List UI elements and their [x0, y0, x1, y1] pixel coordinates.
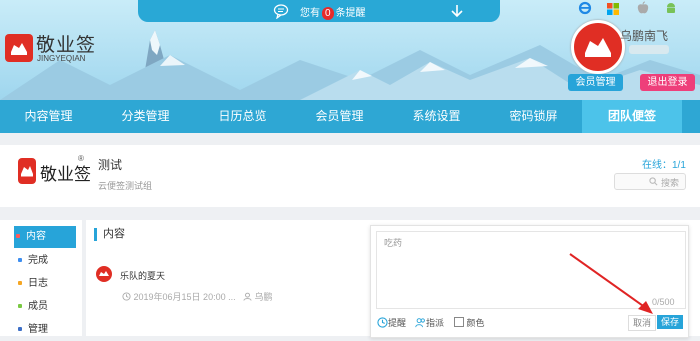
sidebar-item-completed[interactable]: 完成: [16, 250, 78, 272]
registered-mark: ®: [78, 154, 84, 163]
apple-icon[interactable]: [636, 1, 650, 15]
group-description: 云便签测试组: [98, 181, 153, 191]
dot-icon: [16, 233, 20, 238]
group-logo: [18, 158, 36, 184]
nav-calendar-overview[interactable]: 日历总览: [194, 100, 291, 133]
save-button[interactable]: 保存: [657, 315, 683, 329]
search-icon: [649, 177, 658, 186]
nav-system-settings[interactable]: 系统设置: [388, 100, 485, 133]
cloud-logo-icon: [585, 38, 611, 57]
member-management-button[interactable]: 会员管理: [568, 74, 623, 91]
nav-password-lock[interactable]: 密码锁屏: [485, 100, 582, 133]
note-text: 吃药: [384, 238, 403, 248]
online-count[interactable]: 在线：1/1: [642, 156, 686, 171]
android-icon[interactable]: [664, 1, 678, 15]
post-title[interactable]: 乐队的夏天: [120, 269, 165, 282]
cloud-logo-icon: [99, 271, 109, 276]
search-input[interactable]: 搜索: [614, 173, 686, 190]
group-info-panel: [0, 145, 700, 207]
nav-team-notes[interactable]: 团队便签: [582, 100, 682, 133]
dot-icon: [18, 280, 22, 285]
notification-text: 您有 0 条提醒: [300, 7, 366, 20]
username: 乌鹏南飞: [620, 29, 669, 43]
chat-bubble-icon[interactable]: [273, 3, 289, 19]
user-icon: [243, 292, 252, 301]
sidebar-item-manage[interactable]: 管理: [16, 319, 78, 341]
sidebar-item-content[interactable]: 内容: [14, 226, 76, 248]
cloud-logo-icon: [11, 43, 27, 55]
sidebar-item-log[interactable]: 日志: [16, 273, 78, 295]
windows-icon[interactable]: [606, 2, 620, 16]
main-nav: 内容管理 分类管理 日历总览 会员管理 系统设置 密码锁屏 团队便签: [0, 100, 700, 133]
brand-logo[interactable]: [5, 34, 33, 62]
nav-category-management[interactable]: 分类管理: [97, 100, 194, 133]
username-secondary: [629, 45, 669, 54]
arrow-down-icon[interactable]: [450, 3, 464, 19]
content-heading: 内容: [94, 228, 125, 241]
post-date: 2019年06月15日 20:00 ...: [122, 290, 236, 303]
color-button[interactable]: 颜色: [454, 316, 485, 329]
annotation-arrow: [569, 253, 653, 314]
clock-icon: [122, 292, 131, 301]
logout-button[interactable]: 退出登录: [640, 74, 695, 91]
nav-content-management[interactable]: 内容管理: [0, 100, 97, 133]
post-avatar: [96, 266, 112, 282]
user-avatar[interactable]: [571, 20, 625, 74]
search-placeholder: 搜索: [661, 178, 680, 188]
post-author: 乌鹏: [243, 290, 273, 303]
group-logo-text: 敬业签: [40, 165, 91, 184]
notification-bar[interactable]: 您有 0 条提醒: [138, 0, 500, 22]
dot-icon: [18, 326, 22, 331]
brand-name: 敬业签: [36, 35, 97, 56]
dot-icon: [18, 303, 22, 308]
dot-icon: [18, 257, 22, 262]
group-title: 测试: [98, 158, 123, 172]
notification-count-badge: 0: [322, 7, 334, 20]
cloud-logo-icon: [21, 166, 33, 177]
clock-icon: [377, 317, 388, 328]
sidebar-item-members[interactable]: 成员: [16, 296, 78, 318]
assign-button[interactable]: 指派: [415, 316, 444, 329]
ie-icon[interactable]: [578, 1, 592, 15]
nav-member-management[interactable]: 会员管理: [291, 100, 388, 133]
color-swatch-icon: [454, 317, 464, 327]
sidebar: 内容 完成 日志 成员 管理: [0, 220, 82, 336]
users-icon: [415, 318, 425, 328]
brand-pinyin: JINGYEQIAN: [37, 54, 86, 63]
remind-button[interactable]: 提醒: [377, 316, 406, 329]
